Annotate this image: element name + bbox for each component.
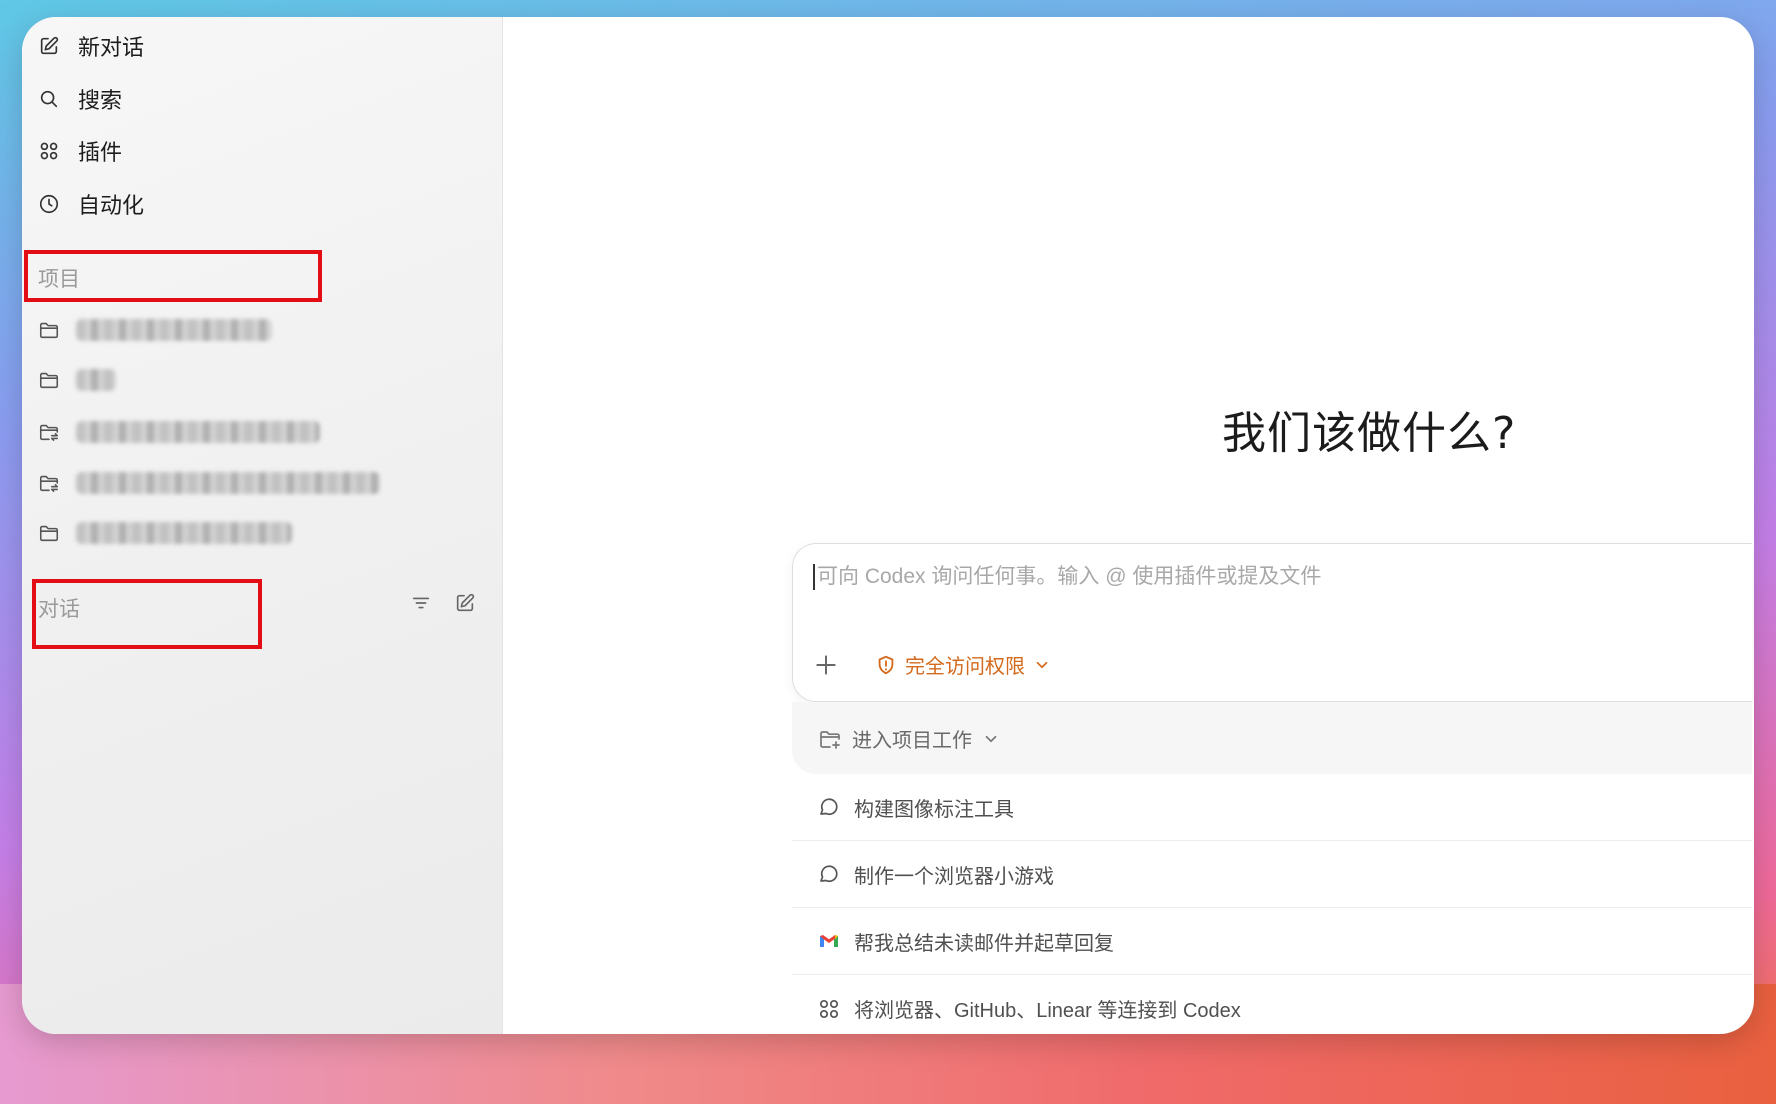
folder-icon <box>36 317 62 343</box>
sidebar-item-new-chat[interactable]: 新对话 <box>36 26 144 66</box>
suggestion-item[interactable]: 制作一个浏览器小游戏 <box>792 841 1752 908</box>
project-item[interactable] <box>36 360 116 400</box>
folder-plus-icon <box>820 730 840 749</box>
folder-icon <box>36 367 62 393</box>
clock-icon <box>36 191 62 217</box>
project-item[interactable] <box>36 412 320 452</box>
enter-project-label: 进入项目工作 <box>852 730 972 752</box>
sidebar-item-label: 插件 <box>78 140 123 165</box>
highlight-box-projects <box>24 250 322 302</box>
grid-icon <box>36 138 62 164</box>
sidebar: 新对话 搜索 插件 自动化 项目 对话 <box>22 17 503 1034</box>
suggestion-item[interactable]: 将浏览器、GitHub、Linear 等连接到 Codex <box>792 975 1752 1034</box>
sidebar-item-automation[interactable]: 自动化 <box>36 184 144 224</box>
project-name-redacted <box>76 522 292 544</box>
suggestion-item[interactable]: 构建图像标注工具 <box>792 774 1752 841</box>
sidebar-item-plugins[interactable]: 插件 <box>36 131 122 171</box>
project-item[interactable] <box>36 513 292 553</box>
suggestion-label: 构建图像标注工具 <box>854 798 1014 821</box>
project-name-redacted <box>76 319 272 341</box>
project-name-redacted <box>76 421 320 443</box>
prompt-input[interactable]: 可向 Codex 询问任何事。输入 @ 使用插件或提及文件 <box>813 564 1321 590</box>
search-icon <box>36 86 62 112</box>
project-item[interactable] <box>36 310 272 350</box>
edit-icon <box>36 33 62 59</box>
suggestion-label: 将浏览器、GitHub、Linear 等连接到 Codex <box>854 1000 1241 1022</box>
filter-icon[interactable] <box>410 592 432 619</box>
conversation-tools <box>410 592 476 619</box>
warning-shield-icon <box>878 655 894 674</box>
sidebar-item-search[interactable]: 搜索 <box>36 79 122 119</box>
gmail-icon <box>816 928 842 954</box>
chevron-down-icon <box>985 735 997 742</box>
suggestion-label: 制作一个浏览器小游戏 <box>854 865 1054 888</box>
add-attachment-button[interactable] <box>813 652 839 678</box>
highlight-box-conversations <box>32 579 262 649</box>
new-conversation-icon[interactable] <box>454 592 476 619</box>
access-level-dropdown[interactable]: 完全访问权限 <box>875 650 1051 679</box>
access-level-label: 完全访问权限 <box>905 656 1025 678</box>
suggestion-label: 帮我总结未读邮件并起草回复 <box>854 932 1114 955</box>
composer[interactable]: 可向 Codex 询问任何事。输入 @ 使用插件或提及文件 完全访问权限 <box>792 543 1752 702</box>
sidebar-item-label: 新对话 <box>78 35 145 60</box>
plus-icon <box>816 655 836 675</box>
app-window: 新对话 搜索 插件 自动化 项目 对话 我们该做什么? 可向 Codex 询问任… <box>22 17 1754 1034</box>
enter-project-dropdown[interactable]: 进入项目工作 <box>818 724 1000 753</box>
folder-icon <box>36 520 62 546</box>
project-name-redacted <box>76 472 380 494</box>
suggestion-item[interactable]: 帮我总结未读邮件并起草回复 <box>792 908 1752 975</box>
chevron-down-icon <box>1036 661 1048 668</box>
chat-bubble-icon <box>816 861 842 887</box>
project-item[interactable] <box>36 463 380 503</box>
grid-icon <box>816 996 842 1022</box>
sidebar-item-label: 搜索 <box>78 88 123 113</box>
composer-footer: 进入项目工作 <box>792 702 1752 774</box>
sidebar-item-label: 自动化 <box>78 193 145 218</box>
project-name-redacted <box>76 369 116 391</box>
folder-sync-icon <box>36 470 62 496</box>
folder-sync-icon <box>36 419 62 445</box>
chat-bubble-icon <box>816 794 842 820</box>
page-title: 我们该做什么? <box>1222 408 1517 459</box>
